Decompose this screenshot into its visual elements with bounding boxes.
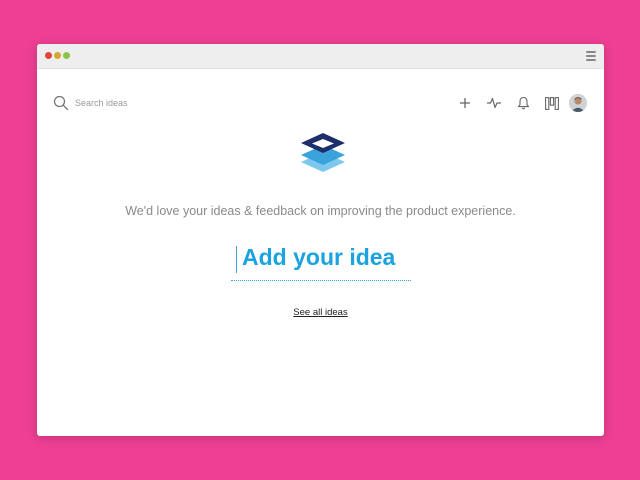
hamburger-menu-icon[interactable] — [586, 51, 596, 61]
see-all-ideas-link[interactable]: See all ideas — [37, 307, 604, 318]
stacked-layers-logo — [301, 133, 345, 172]
bell-icon — [517, 96, 529, 110]
notifications-button[interactable] — [512, 92, 534, 114]
zoom-window-button[interactable] — [63, 52, 70, 59]
activity-icon — [487, 97, 501, 109]
window-titlebar — [37, 44, 604, 69]
search-input[interactable] — [75, 98, 195, 108]
avatar[interactable] — [569, 94, 587, 112]
add-button[interactable] — [454, 92, 476, 114]
search-icon[interactable] — [53, 95, 69, 111]
search-bar[interactable] — [53, 94, 195, 112]
board-button[interactable] — [541, 92, 563, 114]
app-window: We'd love your ideas & feedback on impro… — [37, 44, 604, 436]
close-window-button[interactable] — [45, 52, 52, 59]
text-caret — [236, 246, 237, 273]
idea-input[interactable]: Add your idea — [231, 240, 411, 281]
board-icon — [545, 96, 559, 110]
minimize-window-button[interactable] — [54, 52, 61, 59]
idea-input-placeholder: Add your idea — [242, 244, 396, 270]
toolbar — [447, 92, 587, 114]
chat-button[interactable] — [596, 435, 604, 436]
add-icon — [460, 98, 470, 108]
activity-button[interactable] — [483, 92, 505, 114]
tagline: We'd love your ideas & feedback on impro… — [125, 204, 516, 218]
